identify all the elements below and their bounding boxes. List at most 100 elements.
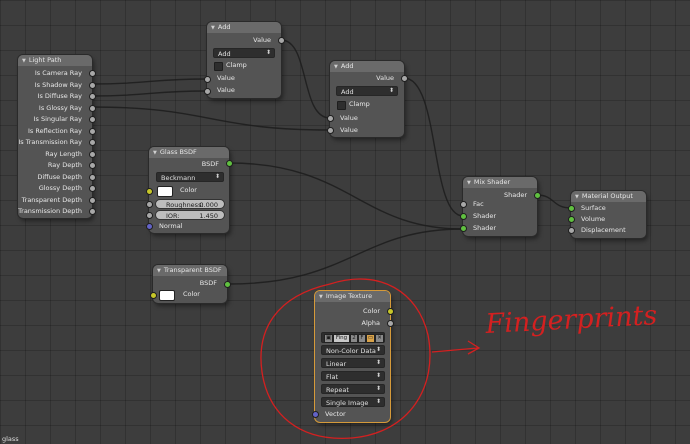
socket-output-volume[interactable] (567, 215, 575, 223)
socket-glass-roughness[interactable] (145, 200, 153, 208)
glass-distribution-dropdown[interactable]: Beckmann ⬍ (156, 172, 224, 182)
mix-shader-node[interactable]: ▼ Mix Shader Shader Fac Shader Shader (459, 177, 541, 236)
socket-diffuse-depth[interactable] (88, 173, 96, 181)
image-selector[interactable]: ▣ Fing 2 F ▭ ✕ (321, 332, 385, 343)
socket-transparent-bsdf-output[interactable] (223, 280, 231, 288)
glass-bsdf-title: Glass BSDF (159, 148, 197, 156)
socket-add-2-output[interactable] (400, 74, 408, 82)
color-space-dropdown[interactable]: Non-Color Data ⬍ (321, 345, 385, 355)
image-icon[interactable]: ▣ (324, 334, 333, 343)
socket-add-1-output[interactable] (277, 36, 285, 44)
mix-fac-label: Fac (473, 200, 484, 208)
socket-ray-length[interactable] (88, 150, 96, 158)
image-texture-node[interactable]: ▼ Image Texture Color Alpha ▣ Fing 2 F ▭ … (311, 291, 394, 422)
mix-shader-output-label: Shader (503, 191, 527, 199)
socket-is-diffuse-ray[interactable] (88, 93, 96, 100)
socket-is-glossy-ray[interactable] (88, 104, 96, 112)
projection-dropdown[interactable]: Flat ⬍ (321, 371, 385, 381)
output-is-transmission-ray: Is Transmission Ray (18, 138, 82, 146)
socket-mix-shader-2[interactable] (459, 224, 467, 232)
fake-user-button[interactable]: F (358, 334, 366, 343)
socket-mix-shader-1[interactable] (459, 212, 467, 220)
glass-distribution-value: Beckmann (161, 174, 196, 182)
socket-is-transmission-ray[interactable] (88, 139, 96, 146)
add-2-input-1-label: Value (340, 114, 358, 122)
mix-shader-header[interactable]: ▼ Mix Shader (463, 177, 537, 188)
glass-ior-field[interactable]: IOR: 1.450 (155, 210, 225, 220)
glass-bsdf-node[interactable]: ▼ Glass BSDF BSDF Beckmann ⬍ Color Roughne… (145, 147, 233, 233)
image-name-field[interactable]: Fing (333, 334, 350, 343)
socket-glass-color[interactable] (145, 187, 153, 195)
socket-add-2-input-2[interactable] (326, 126, 334, 134)
socket-glass-normal[interactable] (145, 222, 153, 230)
triangle-down-icon[interactable]: ▼ (211, 23, 215, 33)
source-dropdown[interactable]: Single Image ⬍ (321, 397, 385, 407)
triangle-down-icon[interactable]: ▼ (467, 178, 471, 188)
socket-ray-depth[interactable] (88, 162, 96, 169)
transparent-bsdf-node[interactable]: ▼ Transparent BSDF BSDF Color (149, 265, 231, 303)
socket-image-alpha[interactable] (386, 319, 394, 327)
light-path-node[interactable]: ▼ Light Path Is Camera Ray Is Shadow Ray … (18, 55, 96, 218)
material-output-title: Material Output (581, 192, 633, 200)
triangle-down-icon[interactable]: ▼ (319, 292, 323, 302)
add-1-clamp-label: Clamp (226, 61, 247, 69)
socket-is-reflection-ray[interactable] (88, 127, 96, 135)
output-is-diffuse-ray: Is Diffuse Ray (37, 92, 82, 100)
add-2-clamp-checkbox[interactable] (337, 101, 346, 110)
socket-transparent-depth[interactable] (88, 196, 96, 204)
triangle-down-icon[interactable]: ▼ (22, 56, 26, 66)
socket-glossy-depth[interactable] (88, 185, 96, 192)
socket-add-1-input-1[interactable] (203, 75, 211, 83)
image-texture-header[interactable]: ▼ Image Texture (315, 291, 390, 302)
add-2-operation-dropdown[interactable]: Add ⬍ (336, 86, 398, 96)
output-is-singular-ray: Is Singular Ray (33, 115, 82, 123)
socket-image-vector[interactable] (311, 410, 319, 418)
socket-glass-ior[interactable] (145, 211, 153, 219)
socket-transmission-depth[interactable] (88, 208, 96, 215)
glass-bsdf-header[interactable]: ▼ Glass BSDF (149, 147, 229, 158)
x-icon[interactable]: ✕ (375, 334, 384, 343)
add-1-clamp-checkbox[interactable] (214, 62, 223, 71)
socket-is-camera-ray[interactable] (88, 70, 96, 77)
add-node-1[interactable]: ▼ Add Value Add ⬍ Clamp Value Value (203, 22, 285, 98)
triangle-down-icon[interactable]: ▼ (153, 148, 157, 158)
triangle-down-icon[interactable]: ▼ (157, 266, 161, 276)
output-is-glossy-ray: Is Glossy Ray (38, 103, 82, 112)
socket-mix-shader-output[interactable] (533, 191, 541, 199)
glass-roughness-field[interactable]: Roughness: 0.000 (155, 199, 225, 209)
material-output-node[interactable]: ▼ Material Output Surface Volume Displace… (567, 191, 646, 238)
add-node-1-header[interactable]: ▼ Add (207, 22, 281, 33)
socket-output-surface[interactable] (567, 204, 575, 212)
image-color-output-label: Color (363, 307, 380, 315)
folder-icon[interactable]: ▭ (366, 334, 375, 343)
color-space-value: Non-Color Data (326, 347, 376, 355)
socket-mix-fac[interactable] (459, 200, 467, 208)
up-down-arrows-icon: ⬍ (375, 372, 381, 379)
socket-glass-bsdf-output[interactable] (225, 159, 233, 167)
add-node-2[interactable]: ▼ Add Value Add ⬍ Clamp Value Value (326, 61, 408, 137)
material-output-header[interactable]: ▼ Material Output (571, 191, 646, 202)
add-1-operation-dropdown[interactable]: Add ⬍ (213, 48, 275, 58)
socket-image-color[interactable] (386, 307, 394, 315)
interpolation-dropdown[interactable]: Linear ⬍ (321, 358, 385, 368)
socket-add-1-input-2[interactable] (203, 87, 211, 95)
socket-transparent-color[interactable] (149, 291, 157, 299)
socket-add-2-input-1[interactable] (326, 114, 334, 122)
output-displacement-label: Displacement (581, 226, 626, 234)
glass-color-swatch[interactable] (157, 186, 173, 197)
add-2-output-label: Value (376, 74, 394, 82)
socket-is-shadow-ray[interactable] (88, 81, 96, 89)
image-users-count[interactable]: 2 (350, 334, 358, 343)
transparent-bsdf-header[interactable]: ▼ Transparent BSDF (153, 265, 227, 276)
socket-is-singular-ray[interactable] (88, 116, 96, 123)
mix-shader-title: Mix Shader (473, 178, 511, 186)
light-path-header[interactable]: ▼ Light Path (18, 55, 92, 66)
socket-output-displacement[interactable] (567, 226, 575, 234)
extension-dropdown[interactable]: Repeat ⬍ (321, 384, 385, 394)
add-node-2-header[interactable]: ▼ Add (330, 61, 404, 72)
triangle-down-icon[interactable]: ▼ (334, 62, 338, 72)
transparent-bsdf-output-label: BSDF (199, 279, 217, 287)
transparent-color-swatch[interactable] (159, 290, 175, 301)
up-down-arrows-icon: ⬍ (375, 385, 381, 392)
triangle-down-icon[interactable]: ▼ (575, 192, 579, 202)
